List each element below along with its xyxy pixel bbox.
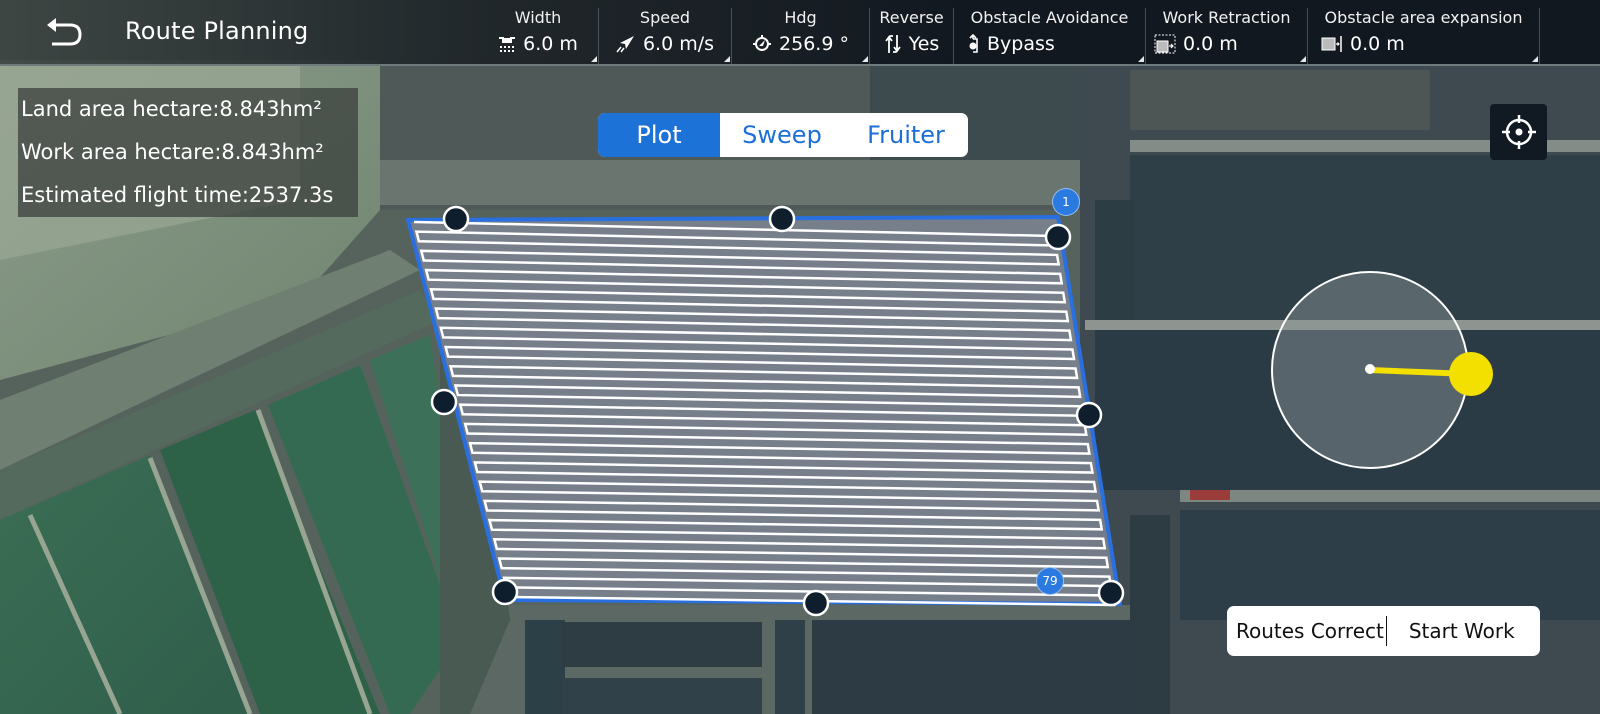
vertex-handle xyxy=(768,205,796,233)
waypoint-end-badge: 79 xyxy=(1036,567,1064,595)
tab-sweep[interactable]: Sweep xyxy=(720,113,844,157)
vertex-handle xyxy=(802,589,830,617)
back-button[interactable] xyxy=(44,16,90,50)
land-area-stat: Land area hectare:8.843hm² xyxy=(21,97,322,121)
param-label: Width xyxy=(514,8,562,27)
param-value: 0.0 m xyxy=(1350,33,1405,55)
waypoint-start-badge: 1 xyxy=(1052,188,1080,216)
route-actions: Routes Correct Start Work xyxy=(1227,606,1540,656)
vertex-handle xyxy=(491,578,519,606)
param-label: Obstacle area expansion xyxy=(1324,8,1523,27)
locate-button[interactable] xyxy=(1490,104,1547,160)
corner-marker xyxy=(862,56,868,62)
param-value: 0.0 m xyxy=(1183,33,1238,55)
param-value: 6.0 m/s xyxy=(642,33,715,55)
tab-fruiter[interactable]: Fruiter xyxy=(844,113,968,157)
param-value: 256.9 ° xyxy=(779,33,849,55)
heading-handle xyxy=(1449,352,1493,396)
corner-marker xyxy=(1138,56,1144,62)
param-obstacle-expansion[interactable]: Obstacle area expansion 0.0 m xyxy=(1308,8,1540,64)
param-label: Reverse xyxy=(879,8,944,27)
param-label: Hdg xyxy=(784,8,817,27)
area-stats-panel: Land area hectare:8.843hm² Work area hec… xyxy=(18,88,358,217)
speed-plane-icon xyxy=(616,36,634,53)
drone-spray-icon xyxy=(499,37,516,52)
back-arrow-icon xyxy=(47,18,82,46)
param-work-retraction[interactable]: Work Retraction 0.0 m xyxy=(1146,8,1308,64)
mode-switcher: Plot Sweep Fruiter xyxy=(598,113,968,157)
param-value: Bypass xyxy=(987,33,1055,55)
vertex-handle xyxy=(1097,579,1125,607)
param-label: Speed xyxy=(639,8,691,27)
tab-plot[interactable]: Plot xyxy=(598,113,720,157)
param-width[interactable]: Width 6.0 m xyxy=(478,8,599,64)
corner-marker xyxy=(1532,56,1538,62)
start-work-button[interactable]: Start Work xyxy=(1387,619,1515,643)
retraction-icon xyxy=(1154,34,1176,54)
param-reverse[interactable]: Reverse Yes xyxy=(870,8,954,64)
vertex-handle xyxy=(1044,223,1072,251)
vertex-handle xyxy=(442,205,470,233)
reverse-arrows-icon xyxy=(884,35,901,53)
vertex-handle xyxy=(1075,401,1103,429)
param-value: Yes xyxy=(908,33,940,55)
param-heading[interactable]: Hdg 256.9 ° xyxy=(732,8,870,64)
corner-marker xyxy=(1300,56,1306,62)
work-area-stat: Work area hectare:8.843hm² xyxy=(21,140,324,164)
page-title: Route Planning xyxy=(125,17,309,45)
heading-compass-icon xyxy=(753,35,772,51)
param-value: 6.0 m xyxy=(523,33,578,55)
top-bar: Route Planning Width 6.0 m Speed 6.0 m/s… xyxy=(0,0,1600,66)
param-obstacle-avoidance[interactable]: Obstacle Avoidance Bypass xyxy=(954,8,1146,64)
expansion-icon xyxy=(1321,36,1342,52)
bypass-icon xyxy=(969,34,978,53)
routes-correct-button[interactable]: Routes Correct xyxy=(1227,616,1387,646)
vertex-handle xyxy=(430,388,458,416)
param-label: Obstacle Avoidance xyxy=(970,8,1129,27)
crosshair-icon xyxy=(1501,115,1536,149)
flight-time-stat: Estimated flight time:2537.3s xyxy=(21,183,334,207)
corner-marker xyxy=(591,56,597,62)
param-label: Work Retraction xyxy=(1162,8,1291,27)
corner-marker xyxy=(724,56,730,62)
param-speed[interactable]: Speed 6.0 m/s xyxy=(599,8,732,64)
